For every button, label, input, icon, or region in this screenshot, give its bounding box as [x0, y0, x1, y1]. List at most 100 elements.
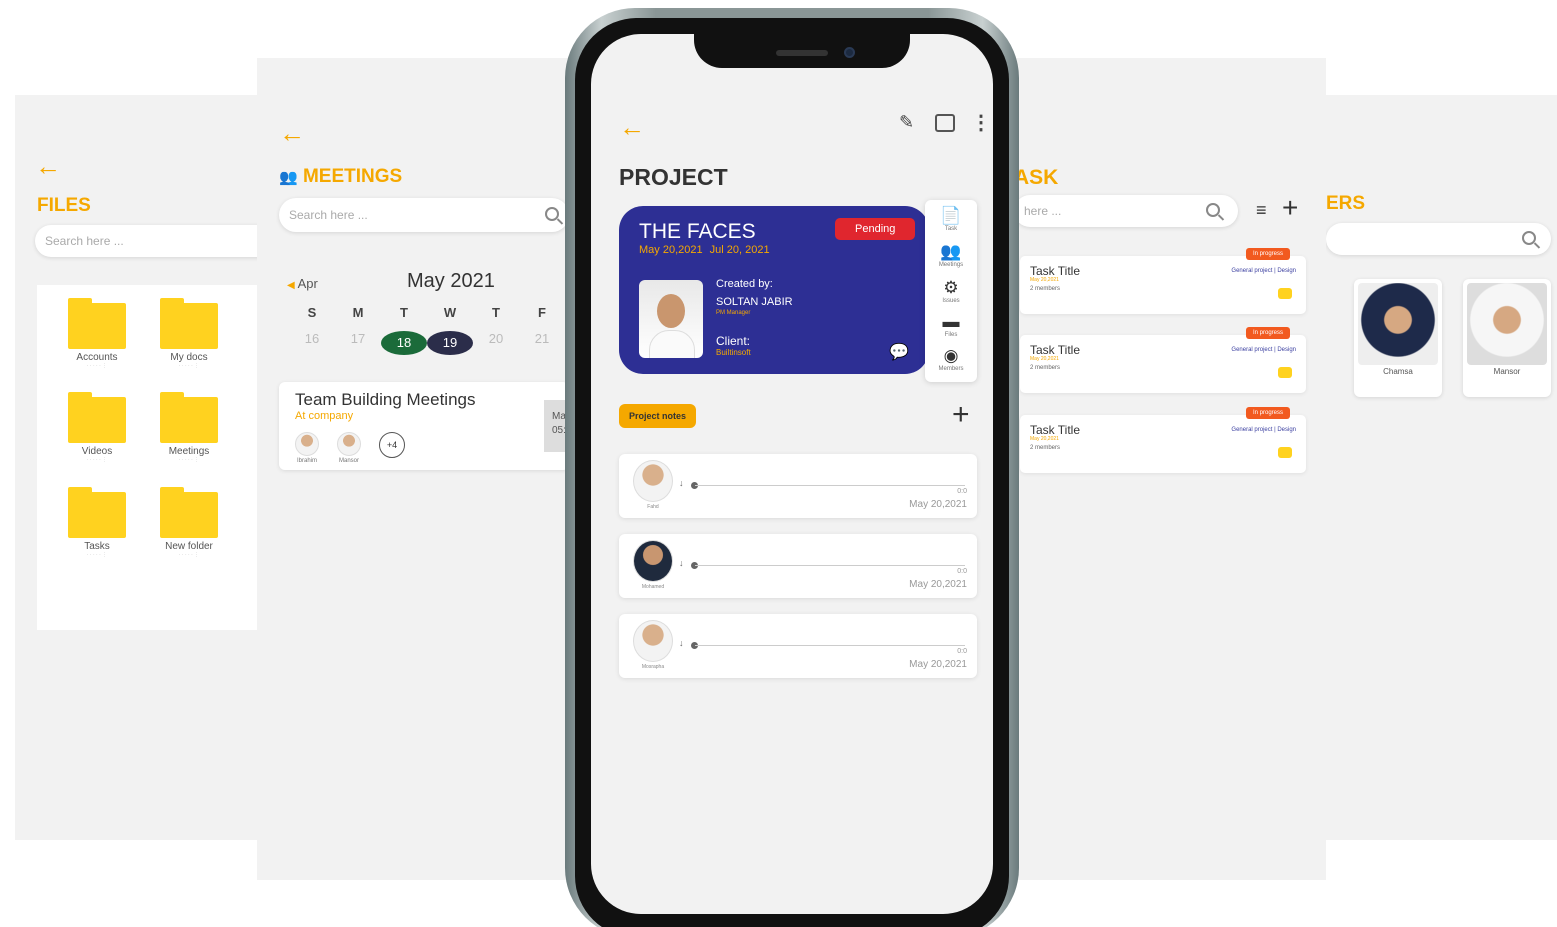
search-input[interactable]	[1326, 223, 1551, 255]
status-badge: In progress	[1245, 248, 1290, 260]
project-card[interactable]: THE FACES May 20,2021 Jul 20, 2021 Pendi…	[619, 206, 929, 374]
note-date: May 20,2021	[909, 499, 967, 510]
back-arrow-icon[interactable]: ←	[35, 153, 61, 179]
people-icon: 👥	[940, 242, 962, 261]
meetings-title: 👥 MEETINGS	[279, 166, 402, 188]
search-input[interactable]: Search here ...	[35, 225, 275, 257]
folder-tasks[interactable]: Tasks · · · · · ⋮	[67, 487, 127, 558]
people-icon: 👥	[279, 169, 298, 186]
search-input[interactable]: here ...	[1014, 195, 1238, 227]
search-icon[interactable]	[1522, 231, 1536, 245]
side-menu-meetings[interactable]: 👥 Meetings	[925, 242, 977, 268]
folder-videos[interactable]: Videos · · · · · ⋮	[67, 392, 127, 463]
page-title: PROJECT	[619, 164, 728, 190]
chat-icon[interactable]	[1278, 447, 1292, 458]
meeting-card[interactable]: Team Building Meetings At company Ibrahi…	[279, 382, 574, 470]
folder-icon	[160, 392, 218, 443]
chat-icon[interactable]	[1278, 367, 1292, 378]
chat-icon[interactable]: 💬	[889, 342, 909, 362]
task-card-project: General project | Design	[1231, 347, 1296, 353]
back-arrow-icon[interactable]: ←	[619, 114, 645, 140]
folder-meta: · · · · · ⋮	[178, 457, 200, 463]
folder-accounts[interactable]: Accounts · · · · · ⋮	[67, 298, 127, 369]
voice-note-card[interactable]: Mosrapha ↓ 0:0 May 20,2021	[619, 614, 977, 678]
folder-icon	[160, 298, 218, 349]
audio-progress-track[interactable]	[695, 565, 965, 566]
folder-my-docs[interactable]: My docs · · · · · ⋮	[159, 298, 219, 369]
task-card-title: Task Title	[1030, 264, 1081, 278]
task-card-members: 2 members	[1030, 365, 1061, 371]
user-card[interactable]: Mansor	[1463, 279, 1551, 397]
side-menu-issues[interactable]: ⚙ Issues	[925, 278, 977, 304]
folder-meetings[interactable]: Meetings · · · · · ⋮	[159, 392, 219, 463]
search-icon[interactable]	[1206, 203, 1220, 217]
folder-label: Videos	[81, 446, 113, 457]
play-icon[interactable]: ↓	[679, 478, 684, 488]
project-side-menu: 📄 Task 👥 Meetings ⚙ Issues ▬ Files ◉ Mem…	[925, 200, 977, 382]
search-placeholder: Search here ...	[289, 208, 368, 222]
calendar-day-selected[interactable]: 18	[381, 331, 427, 355]
add-note-button[interactable]: +	[952, 400, 970, 430]
audio-duration: 0:0	[957, 488, 967, 495]
task-card-date: May 20,2021	[1030, 436, 1059, 442]
folder-label: Meetings	[168, 446, 210, 457]
search-placeholder: here ...	[1024, 204, 1062, 218]
folder-new-folder[interactable]: New folder · · · · · ⋮	[159, 487, 219, 558]
play-icon[interactable]: ↓	[679, 638, 684, 648]
task-title: ASK	[1014, 166, 1059, 189]
task-card-members: 2 members	[1030, 445, 1061, 451]
calendar-day[interactable]: 16	[289, 331, 335, 355]
search-input[interactable]: Search here ...	[279, 198, 569, 232]
add-task-button[interactable]: +	[1282, 194, 1298, 222]
task-card-members: 2 members	[1030, 286, 1061, 292]
side-menu-task[interactable]: 📄 Task	[925, 206, 977, 232]
audio-progress-track[interactable]	[695, 485, 965, 486]
voice-note-card[interactable]: Fahd ↓ 0:0 May 20,2021	[619, 454, 977, 518]
task-card-project: General project | Design	[1231, 268, 1296, 274]
meetings-title-text: MEETINGS	[302, 166, 403, 187]
more-vertical-icon[interactable]: ⋮	[971, 110, 991, 135]
audio-progress-track[interactable]	[695, 645, 965, 646]
user-photo	[1467, 283, 1547, 365]
status-badge: In progress	[1245, 327, 1290, 339]
task-card-title: Task Title	[1030, 343, 1081, 357]
side-menu-members[interactable]: ◉ Members	[925, 346, 977, 372]
meeting-title: Team Building Meetings	[295, 390, 476, 409]
calendar-day[interactable]: 17	[335, 331, 381, 355]
task-card[interactable]: Task Title May 20,2021 2 members In prog…	[1020, 407, 1306, 473]
folder-meta: · · · · · ⋮	[178, 363, 200, 369]
calendar-day-today[interactable]: 19	[427, 331, 473, 355]
task-card[interactable]: Task Title May 20,2021 2 members In prog…	[1020, 327, 1306, 393]
edit-pencil-icon[interactable]: ✎	[899, 112, 914, 133]
note-author: Mosrapha	[641, 664, 665, 670]
note-author: Mohamed	[641, 584, 665, 590]
folder-meta: · · · · · ⋮	[86, 552, 108, 558]
day-number: 17	[350, 331, 366, 346]
user-card[interactable]: Chamsa	[1354, 279, 1442, 397]
side-menu-files[interactable]: ▬ Files	[925, 312, 977, 338]
users-screen: ERS Chamsa Mansor	[1326, 95, 1557, 840]
play-icon[interactable]: ↓	[679, 558, 684, 568]
archive-icon[interactable]	[935, 114, 955, 132]
folder-icon: ▬	[942, 312, 960, 331]
prev-month-button[interactable]: ◀ Apr	[287, 276, 318, 291]
task-card[interactable]: Task Title May 20,2021 2 members In prog…	[1020, 248, 1306, 314]
folder-icon	[68, 392, 126, 443]
folder-label: New folder	[165, 541, 213, 552]
calendar-day[interactable]: 20	[473, 331, 519, 355]
chat-icon[interactable]	[1278, 288, 1292, 299]
creator-photo	[639, 280, 703, 358]
filter-icon[interactable]: ≡	[1256, 200, 1267, 221]
search-icon[interactable]	[545, 207, 559, 221]
back-arrow-icon[interactable]: ←	[279, 120, 305, 146]
phone-bezel: ← ✎ ⋮ PROJECT THE FACES May 20,2021 Jul …	[575, 18, 1009, 927]
more-attendees-badge[interactable]: +4	[379, 432, 405, 458]
calendar-day[interactable]: 21	[519, 331, 565, 355]
day-number: 21	[534, 331, 550, 346]
avatar	[633, 540, 673, 582]
voice-note-card[interactable]: Mohamed ↓ 0:0 May 20,2021	[619, 534, 977, 598]
client-label: Client:	[716, 334, 751, 348]
status-badge: Pending	[835, 218, 916, 240]
document-icon: 📄	[940, 206, 962, 225]
project-notes-tab[interactable]: Project notes	[619, 404, 697, 428]
